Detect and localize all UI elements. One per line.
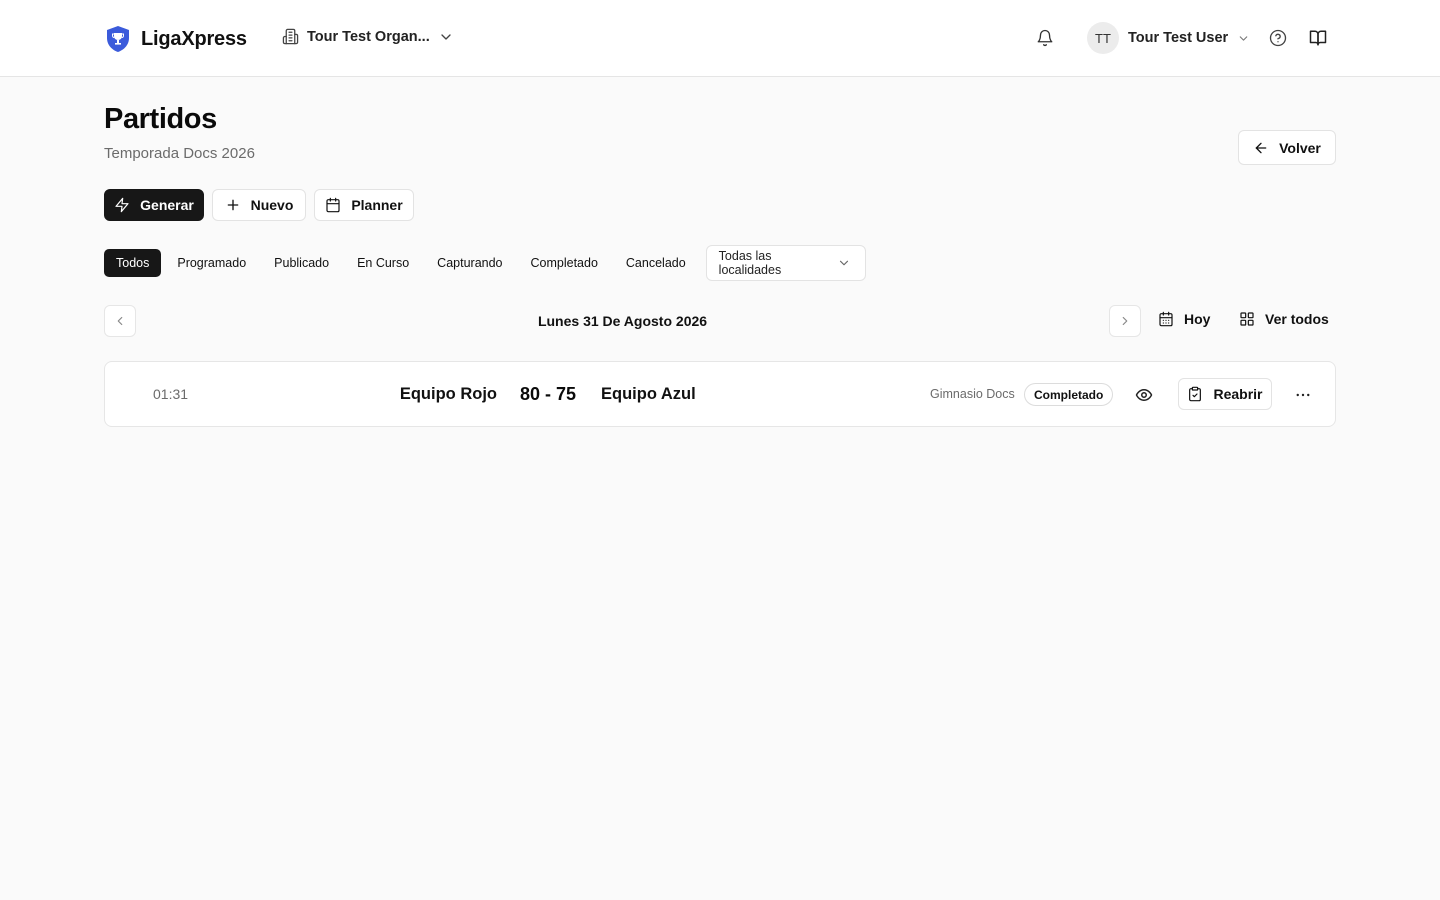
match-score: 80 - 75	[520, 384, 577, 404]
page-subtitle: Temporada Docs 2026	[104, 145, 255, 162]
user-name: Tour Test User	[1128, 30, 1229, 46]
filter-cancelado[interactable]: Cancelado	[614, 249, 698, 277]
location-select-value: Todas las localidades	[718, 249, 782, 277]
chevron-down-icon	[1237, 32, 1250, 45]
organization-name: Tour Test Organ...	[307, 28, 430, 45]
book-open-icon[interactable]	[1309, 29, 1327, 47]
brand-logo[interactable]: LigaXpress	[105, 25, 247, 53]
away-team: Equipo Azul	[601, 385, 696, 403]
eye-icon[interactable]	[1135, 386, 1153, 404]
notifications-bell-icon[interactable]	[1036, 29, 1054, 47]
calendar-days-icon	[1158, 311, 1174, 327]
today-label: Hoy	[1184, 311, 1211, 327]
filter-completado[interactable]: Completado	[519, 249, 610, 277]
view-all-label: Ver todos	[1265, 311, 1329, 327]
filter-capturando[interactable]: Capturando	[425, 249, 514, 277]
next-day-button[interactable]	[1109, 305, 1141, 337]
chevron-down-icon	[438, 29, 454, 45]
filter-en-curso[interactable]: En Curso	[345, 249, 421, 277]
help-circle-icon[interactable]	[1269, 29, 1287, 47]
match-row[interactable]: 01:31 Equipo Rojo 80 - 75 Equipo Azul Gi…	[104, 361, 1336, 427]
action-toolbar: Generar Nuevo Planner	[104, 189, 414, 221]
back-button[interactable]: Volver	[1238, 130, 1336, 165]
organization-switcher[interactable]: Tour Test Organ...	[282, 28, 454, 45]
shield-trophy-icon	[105, 25, 131, 53]
today-button[interactable]: Hoy	[1158, 311, 1210, 327]
zap-icon	[114, 197, 130, 213]
current-date-label: Lunes 31 De Agosto 2026	[537, 313, 708, 329]
match-venue: Gimnasio Docs	[930, 387, 1015, 401]
reopen-button[interactable]: Reabrir	[1178, 378, 1272, 410]
planner-button[interactable]: Planner	[314, 189, 414, 221]
avatar: TT	[1087, 22, 1119, 54]
status-badge: Completado	[1024, 383, 1114, 406]
calendar-icon	[325, 197, 341, 213]
filter-todos[interactable]: Todos	[104, 249, 162, 277]
planner-button-label: Planner	[351, 197, 403, 213]
grid-icon	[1239, 311, 1255, 327]
new-button-label: Nuevo	[250, 197, 294, 213]
page-title: Partidos	[104, 103, 217, 135]
clipboard-reopen-icon	[1187, 386, 1203, 402]
chevron-down-icon	[837, 256, 851, 270]
top-navigation-bar: LigaXpress Tour Test Organ... TT Tour Te…	[0, 0, 1440, 77]
filter-publicado[interactable]: Publicado	[262, 249, 341, 277]
location-select[interactable]: Todas las localidades	[705, 245, 866, 281]
view-all-button[interactable]: Ver todos	[1239, 311, 1329, 327]
brand-name: LigaXpress	[141, 27, 247, 50]
match-time: 01:31	[153, 386, 189, 402]
status-filter-bar: Todos Programado Publicado En Curso Capt…	[104, 245, 866, 281]
chevron-right-icon	[1118, 314, 1132, 328]
generate-button-label: Generar	[140, 197, 194, 213]
back-button-label: Volver	[1279, 139, 1321, 156]
plus-icon	[225, 197, 241, 213]
more-options-icon[interactable]	[1294, 386, 1312, 404]
filter-programado[interactable]: Programado	[165, 249, 258, 277]
home-team: Equipo Rojo	[399, 385, 497, 403]
new-match-button[interactable]: Nuevo	[212, 189, 306, 221]
building-icon	[282, 28, 299, 45]
reopen-button-label: Reabrir	[1213, 386, 1263, 402]
generate-button[interactable]: Generar	[104, 189, 204, 221]
arrow-left-icon	[1253, 140, 1269, 156]
user-menu[interactable]: TT Tour Test User	[1087, 22, 1250, 54]
